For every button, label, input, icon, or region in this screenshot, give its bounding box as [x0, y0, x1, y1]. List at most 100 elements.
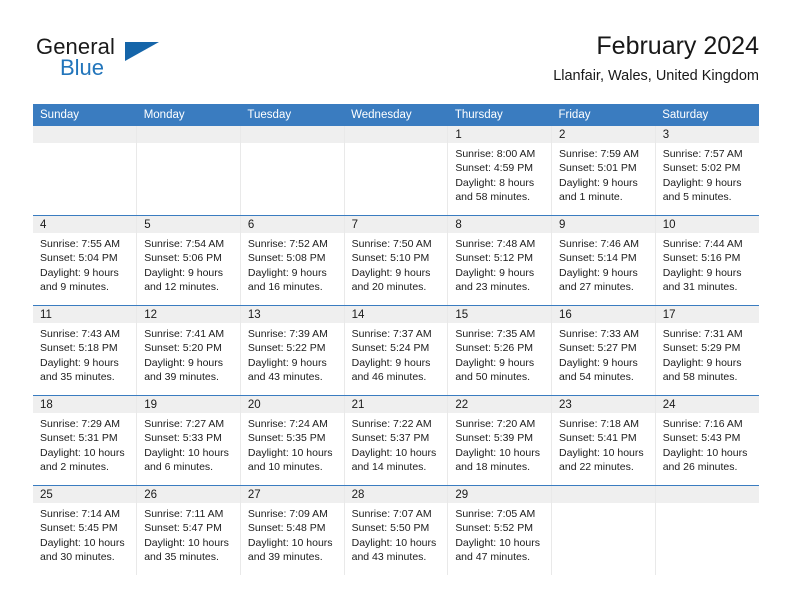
sunrise-time: Sunrise: 7:54 AM: [144, 238, 225, 250]
day-number: 2: [552, 126, 655, 143]
calendar-day-cell[interactable]: 21 Sunrise: 7:22 AM Sunset: 5:37 PM Dayligh…: [344, 395, 449, 486]
daylight-duration-line2: and 58 minutes.: [662, 370, 738, 383]
day-details: Sunrise: 7:33 AM Sunset: 5:27 PM Daylight:…: [552, 323, 655, 384]
page-header: General Blue February 2024 Llanfair, Wal…: [33, 30, 759, 100]
day-cell-inner: [552, 486, 655, 575]
calendar-day-cell[interactable]: 10 Sunrise: 7:44 AM Sunset: 5:16 PM Dayligh…: [655, 215, 759, 306]
sunset-time: Sunset: 5:12 PM: [455, 252, 533, 265]
day-number: 27: [240, 486, 344, 503]
calendar-day-cell[interactable]: 22 Sunrise: 7:20 AM Sunset: 5:39 PM Dayligh…: [447, 395, 553, 486]
day-details: Sunrise: 7:37 AM Sunset: 5:24 PM Daylight:…: [345, 323, 448, 384]
day-number: 28: [344, 486, 448, 503]
day-details: Sunrise: 7:29 AM Sunset: 5:31 PM Daylight:…: [33, 413, 136, 474]
calendar-day-cell[interactable]: 25 Sunrise: 7:14 AM Sunset: 5:45 PM Dayligh…: [33, 485, 138, 575]
day-number: 24: [655, 396, 759, 413]
sunset-time: Sunset: 5:08 PM: [247, 252, 326, 265]
day-number: 13: [240, 306, 344, 323]
sunrise-time: Sunrise: 7:44 AM: [662, 238, 743, 250]
daylight-duration-line2: and 6 minutes.: [144, 460, 214, 473]
sunrise-time: Sunrise: 7:27 AM: [144, 418, 225, 430]
day-details: Sunrise: 7:27 AM Sunset: 5:33 PM Daylight:…: [137, 413, 240, 474]
location-subtitle: Llanfair, Wales, United Kingdom: [553, 68, 759, 84]
calendar-day-cell[interactable]: 28 Sunrise: 7:07 AM Sunset: 5:50 PM Dayligh…: [344, 485, 449, 575]
daylight-duration-line1: Daylight: 9 hours: [662, 176, 742, 189]
day-number: [552, 486, 655, 503]
day-cell-inner: 19 Sunrise: 7:27 AM Sunset: 5:33 PM Dayligh…: [137, 396, 240, 485]
sunset-time: Sunset: 5:10 PM: [351, 252, 430, 265]
daylight-duration-line1: Daylight: 9 hours: [40, 266, 119, 279]
calendar-day-cell[interactable]: 17 Sunrise: 7:31 AM Sunset: 5:29 PM Dayligh…: [655, 305, 759, 396]
weekday-header-saturday: Saturday: [655, 104, 759, 126]
weekday-header-sunday: Sunday: [33, 104, 137, 126]
calendar-day-cell[interactable]: 9 Sunrise: 7:46 AM Sunset: 5:14 PM Daylight…: [551, 215, 656, 306]
day-details: Sunrise: 7:14 AM Sunset: 5:45 PM Daylight:…: [33, 503, 136, 564]
daylight-duration-line1: Daylight: 10 hours: [40, 536, 125, 549]
day-details: Sunrise: 7:22 AM Sunset: 5:37 PM Daylight:…: [345, 413, 448, 474]
calendar-day-cell[interactable]: 7 Sunrise: 7:50 AM Sunset: 5:10 PM Daylight…: [344, 215, 449, 306]
calendar-day-cell[interactable]: 12 Sunrise: 7:41 AM Sunset: 5:20 PM Dayligh…: [136, 305, 241, 396]
calendar-day-cell[interactable]: 13 Sunrise: 7:39 AM Sunset: 5:22 PM Dayligh…: [240, 305, 345, 396]
day-cell-inner: [655, 486, 759, 575]
sunrise-time: Sunrise: 7:05 AM: [455, 508, 536, 520]
day-cell-inner: 17 Sunrise: 7:31 AM Sunset: 5:29 PM Dayligh…: [655, 306, 759, 395]
sunset-time: Sunset: 5:22 PM: [247, 342, 326, 355]
daylight-duration-line2: and 31 minutes.: [662, 280, 738, 293]
daylight-duration-line1: Daylight: 8 hours: [455, 176, 535, 189]
brand-logo[interactable]: General Blue: [33, 34, 253, 90]
sunrise-time: Sunrise: 7:22 AM: [351, 418, 432, 430]
calendar-day-cell[interactable]: 11 Sunrise: 7:43 AM Sunset: 5:18 PM Dayligh…: [33, 305, 138, 396]
calendar-day-cell[interactable]: 3 Sunrise: 7:57 AM Sunset: 5:02 PM Daylight…: [655, 126, 759, 216]
calendar-day-cell[interactable]: 16 Sunrise: 7:33 AM Sunset: 5:27 PM Dayligh…: [551, 305, 656, 396]
day-cell-inner: 11 Sunrise: 7:43 AM Sunset: 5:18 PM Dayligh…: [33, 306, 137, 395]
day-cell-inner: 5 Sunrise: 7:54 AM Sunset: 5:06 PM Daylight…: [137, 216, 240, 305]
day-cell-inner: 18 Sunrise: 7:29 AM Sunset: 5:31 PM Dayligh…: [33, 396, 137, 485]
calendar-day-cell[interactable]: 19 Sunrise: 7:27 AM Sunset: 5:33 PM Dayligh…: [136, 395, 241, 486]
daylight-duration-line1: Daylight: 9 hours: [662, 266, 742, 279]
sunset-time: Sunset: 5:48 PM: [247, 522, 326, 535]
sunrise-time: Sunrise: 7:09 AM: [247, 508, 328, 520]
sunrise-time: Sunrise: 7:35 AM: [455, 328, 536, 340]
daylight-duration-line2: and 10 minutes.: [247, 460, 323, 473]
daylight-duration-line1: Daylight: 10 hours: [559, 446, 644, 459]
calendar-day-cell-empty: [136, 126, 241, 216]
sunrise-time: Sunrise: 7:57 AM: [662, 148, 743, 160]
calendar-day-cell[interactable]: 8 Sunrise: 7:48 AM Sunset: 5:12 PM Daylight…: [447, 215, 553, 306]
sunrise-time: Sunrise: 7:18 AM: [559, 418, 639, 430]
daylight-duration-line2: and 35 minutes.: [144, 550, 219, 563]
daylight-duration-line2: and 43 minutes.: [247, 370, 323, 383]
calendar-day-cell[interactable]: 14 Sunrise: 7:37 AM Sunset: 5:24 PM Dayligh…: [344, 305, 449, 396]
sunrise-time: Sunrise: 7:07 AM: [351, 508, 432, 520]
sunrise-time: Sunrise: 7:46 AM: [559, 238, 639, 250]
daylight-duration-line2: and 50 minutes.: [455, 370, 531, 383]
calendar-day-cell[interactable]: 4 Sunrise: 7:55 AM Sunset: 5:04 PM Daylight…: [33, 215, 138, 306]
calendar-day-cell[interactable]: 5 Sunrise: 7:54 AM Sunset: 5:06 PM Daylight…: [136, 215, 241, 306]
calendar-day-cell[interactable]: 1 Sunrise: 8:00 AM Sunset: 4:59 PM Daylight…: [447, 126, 553, 216]
day-number: 16: [552, 306, 655, 323]
sunset-time: Sunset: 5:39 PM: [455, 432, 533, 445]
day-details: Sunrise: 7:59 AM Sunset: 5:01 PM Daylight:…: [552, 143, 655, 204]
daylight-duration-line2: and 22 minutes.: [559, 460, 634, 473]
daylight-duration-line1: Daylight: 9 hours: [351, 356, 431, 369]
calendar-day-cell[interactable]: 15 Sunrise: 7:35 AM Sunset: 5:26 PM Dayligh…: [447, 305, 553, 396]
sunset-time: Sunset: 5:02 PM: [662, 162, 741, 175]
sunset-time: Sunset: 5:31 PM: [40, 432, 118, 445]
day-number: 10: [655, 216, 759, 233]
day-cell-inner: 24 Sunrise: 7:16 AM Sunset: 5:43 PM Dayligh…: [655, 396, 759, 485]
calendar-day-cell[interactable]: 26 Sunrise: 7:11 AM Sunset: 5:47 PM Dayligh…: [136, 485, 241, 575]
calendar-day-cell[interactable]: 23 Sunrise: 7:18 AM Sunset: 5:41 PM Dayligh…: [551, 395, 656, 486]
daylight-duration-line1: Daylight: 10 hours: [40, 446, 125, 459]
daylight-duration-line2: and 18 minutes.: [455, 460, 531, 473]
day-cell-inner: [344, 126, 448, 215]
calendar-day-cell[interactable]: 18 Sunrise: 7:29 AM Sunset: 5:31 PM Dayligh…: [33, 395, 138, 486]
calendar-day-cell[interactable]: 27 Sunrise: 7:09 AM Sunset: 5:48 PM Dayligh…: [240, 485, 345, 575]
weekday-header-thursday: Thursday: [447, 104, 552, 126]
calendar-day-cell[interactable]: 29 Sunrise: 7:05 AM Sunset: 5:52 PM Dayligh…: [447, 485, 553, 575]
calendar-day-cell[interactable]: 24 Sunrise: 7:16 AM Sunset: 5:43 PM Dayligh…: [655, 395, 759, 486]
calendar-day-cell-empty: [655, 486, 759, 576]
day-number: 5: [137, 216, 240, 233]
day-details: Sunrise: 7:57 AM Sunset: 5:02 PM Daylight:…: [656, 143, 759, 204]
daylight-duration-line2: and 46 minutes.: [351, 370, 427, 383]
calendar-day-cell[interactable]: 6 Sunrise: 7:52 AM Sunset: 5:08 PM Daylight…: [240, 215, 345, 306]
calendar-day-cell[interactable]: 2 Sunrise: 7:59 AM Sunset: 5:01 PM Daylight…: [551, 126, 656, 216]
calendar-day-cell[interactable]: 20 Sunrise: 7:24 AM Sunset: 5:35 PM Dayligh…: [240, 395, 345, 486]
